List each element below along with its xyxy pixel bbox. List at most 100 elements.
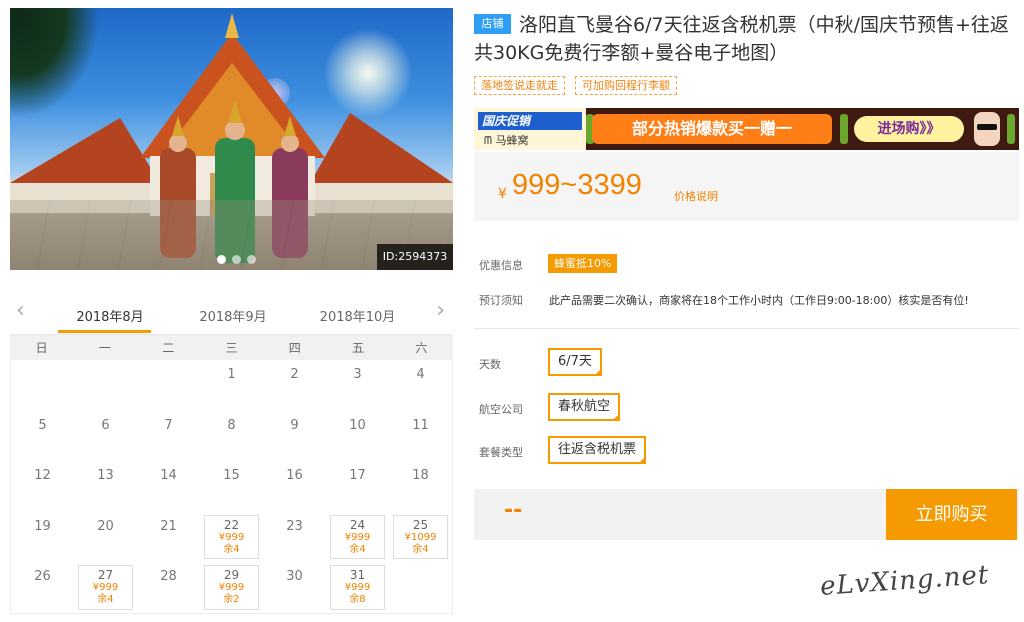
product-title-text: 洛阳直飞曼谷6/7天往返含税机票（中秋/国庆节预售+往返共30KG免费行李额+曼…	[474, 14, 1009, 64]
option-airline[interactable]: 春秋航空	[548, 393, 621, 421]
calendar-day-available[interactable]: 22 ¥999 余4	[204, 514, 259, 559]
tab-month-1[interactable]: 2018年8月	[70, 306, 150, 325]
day-number: 4	[416, 367, 425, 382]
chevron-right-icon[interactable]: ›	[436, 300, 445, 322]
weekday-label: 日	[35, 341, 48, 355]
promo-cta-button[interactable]: 进场购》》	[854, 116, 964, 142]
option-days[interactable]: 6/7天	[548, 348, 602, 376]
product-tags: 落地签说走就走 可加购回程行李额	[474, 76, 1020, 95]
carousel-dot[interactable]	[247, 255, 256, 264]
day-number: 5	[38, 417, 47, 433]
day-stock: 余4	[223, 543, 240, 555]
day-number: 20	[97, 518, 114, 534]
calendar-day: 17	[326, 461, 389, 512]
day-number: 24	[349, 517, 366, 532]
day-number: 7	[164, 417, 173, 433]
weekday-label: 六	[415, 341, 428, 355]
sunglasses-face-icon	[974, 112, 1000, 146]
day-number: 22	[223, 517, 240, 532]
day-number: 25	[412, 517, 429, 532]
currency-symbol: ¥	[498, 186, 507, 202]
day-number: 23	[286, 518, 303, 534]
calendar-day: 8	[200, 411, 263, 462]
calendar-day: 7	[137, 411, 200, 462]
calendar-day: 19	[11, 512, 74, 563]
day-number: 19	[34, 518, 51, 534]
day-number: 26	[34, 569, 51, 584]
divider	[474, 328, 1019, 329]
active-month-indicator	[58, 330, 151, 333]
day-number: 1	[227, 367, 236, 382]
day-stock: 余2	[223, 594, 240, 605]
calendar-day: 3	[326, 360, 389, 411]
price-explain-link[interactable]: 价格说明	[674, 188, 718, 204]
day-number: 18	[412, 468, 429, 483]
buy-now-button[interactable]: 立即购买	[886, 489, 1017, 540]
day-number: 16	[286, 468, 303, 483]
day-number: 15	[223, 468, 240, 483]
calendar-day: 18	[389, 461, 452, 512]
mafengwo-logo-icon: ᗰ	[484, 134, 496, 147]
carousel-dot[interactable]	[232, 255, 241, 264]
calendar-day: 12	[11, 461, 74, 512]
product-header: 店铺 洛阳直飞曼谷6/7天往返含税机票（中秋/国庆节预售+往返共30KG免费行李额…	[474, 11, 1020, 95]
day-number: 8	[227, 417, 236, 433]
day-stock: 余4	[412, 543, 429, 555]
day-stock: 余8	[349, 594, 366, 605]
promo-brand: ᗰ 马蜂窝	[484, 132, 528, 148]
calendar-day-available[interactable]: 25 ¥1099 余4	[393, 514, 448, 559]
calendar-grid: 1 2 3 4 5 6 7 8 9 10 11 12 13 14 15 16 17 18 19 20 21 22 ¥999 余…	[10, 360, 453, 614]
day-price: ¥999	[218, 531, 245, 543]
departure-calendar: ‹ 2018年8月 2018年9月 2018年10月 › 日 一 二 三 四 五…	[10, 296, 453, 614]
tab-month-3[interactable]: 2018年10月	[315, 306, 400, 325]
product-hero-image[interactable]: ID:2594373	[10, 8, 453, 270]
calendar-day: 5	[11, 411, 74, 462]
calendar-day: 15	[200, 461, 263, 512]
calendar-day-available[interactable]: 29 ¥999 余2	[204, 565, 259, 610]
calendar-day: 11	[389, 411, 452, 462]
cactus-icon	[1007, 114, 1015, 144]
carousel-dots[interactable]	[217, 255, 256, 264]
carousel-dot[interactable]	[217, 255, 226, 264]
calendar-day: 13	[74, 461, 137, 512]
day-price: ¥999	[344, 582, 371, 593]
calendar-day-available[interactable]: 31 ¥999 余8	[330, 565, 385, 610]
calendar-day: 4	[389, 360, 452, 411]
cactus-icon	[840, 114, 848, 144]
calendar-day: 16	[263, 461, 326, 512]
promo-banner[interactable]: 国庆促销 ᗰ 马蜂窝 部分热销爆款买一赠一 进场购》》	[474, 108, 1019, 150]
product-title: 店铺 洛阳直飞曼谷6/7天往返含税机票（中秋/国庆节预售+往返共30KG免费行李额…	[474, 11, 1020, 67]
discount-badge: 蜂蜜抵10%	[548, 254, 618, 273]
calendar-day-available[interactable]: 27 ¥999 余4	[78, 565, 133, 610]
day-number: 12	[34, 468, 51, 483]
calendar-day-empty	[389, 562, 452, 613]
day-number: 17	[349, 468, 366, 483]
day-number: 10	[349, 417, 366, 433]
day-number: 30	[286, 569, 303, 584]
days-label: 天数	[479, 358, 501, 371]
calendar-day: 26	[11, 562, 74, 613]
calendar-day-available[interactable]: 24 ¥999 余4	[330, 514, 385, 559]
day-number: 27	[97, 568, 114, 582]
day-number: 29	[223, 568, 240, 582]
day-stock: 余4	[349, 543, 366, 555]
calendar-day-empty	[74, 360, 137, 411]
image-id-label: ID:2594373	[377, 244, 453, 270]
day-number: 2	[290, 367, 299, 382]
calendar-day: 20	[74, 512, 137, 563]
day-number: 28	[160, 569, 177, 584]
day-number: 6	[101, 417, 110, 433]
day-number: 9	[290, 417, 299, 433]
day-number: 3	[353, 367, 362, 382]
weekday-label: 一	[98, 341, 111, 355]
calendar-day: 10	[326, 411, 389, 462]
tab-month-2[interactable]: 2018年9月	[193, 306, 273, 325]
weekday-label: 五	[352, 341, 365, 355]
option-package[interactable]: 往返含税机票	[548, 436, 647, 464]
calendar-day: 9	[263, 411, 326, 462]
chevron-left-icon[interactable]: ‹	[16, 300, 25, 322]
store-badge[interactable]: 店铺	[474, 14, 511, 34]
weekday-label: 二	[162, 341, 175, 355]
calendar-day: 1	[200, 360, 263, 411]
discount-label: 优惠信息	[479, 259, 523, 272]
